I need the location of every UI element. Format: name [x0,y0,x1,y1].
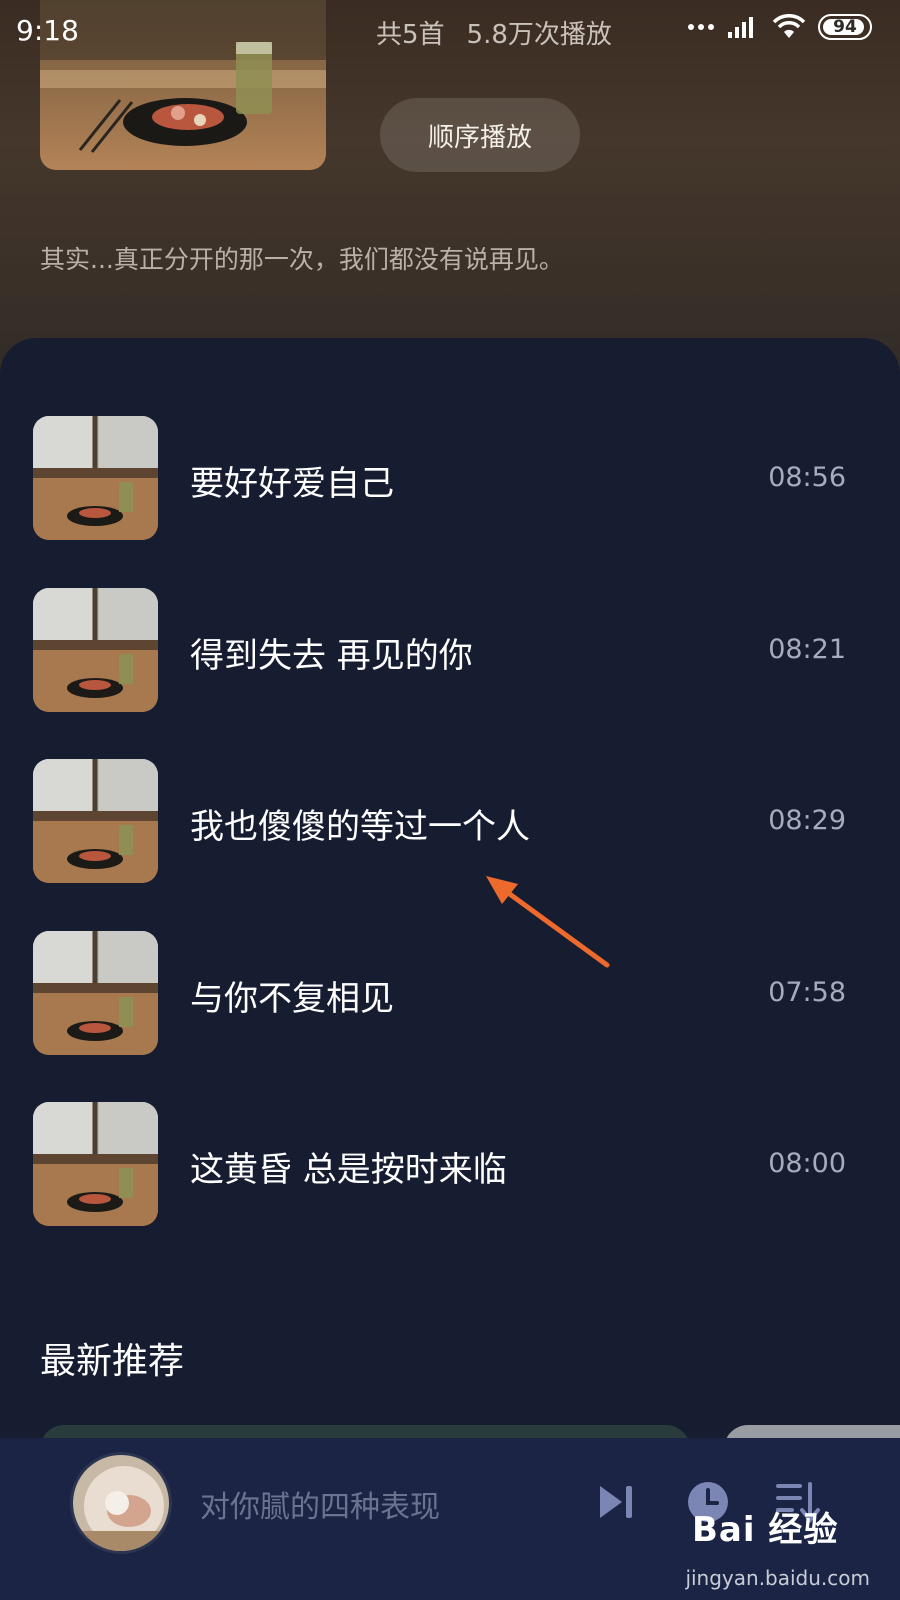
song-row[interactable]: 要好好爱自己 08:56 [0,416,900,546]
recommend-section-title: 最新推荐 [40,1341,185,1382]
song-row[interactable]: 得到失去 再见的你 08:21 [0,588,900,718]
watermark-url: jingyan.baidu.com [685,1566,870,1590]
sequential-play-button[interactable]: 顺序播放 [380,98,580,172]
status-bar: 9:18 共5首 5.8万次播放 94 [0,0,900,64]
song-title: 得到失去 再见的你 [190,636,473,676]
song-duration: 07:58 [768,977,846,1008]
song-count: 共5首 [376,20,445,50]
battery-level: 94 [833,17,857,37]
song-thumbnail [33,759,158,883]
song-thumbnail [33,588,158,712]
song-duration: 08:29 [768,805,846,836]
status-time: 9:18 [16,14,79,47]
status-icons: 94 [688,14,872,40]
wifi-icon [772,14,806,38]
now-playing-title[interactable]: 对你腻的四种表现 [200,1482,440,1526]
song-title: 这黄昏 总是按时来临 [190,1150,507,1190]
song-row[interactable]: 与你不复相见 07:58 [0,931,900,1061]
song-duration: 08:21 [768,634,846,665]
song-row[interactable]: 这黄昏 总是按时来临 08:00 [0,1102,900,1232]
song-title: 与你不复相见 [190,979,394,1019]
battery-icon: 94 [818,14,872,40]
song-duration: 08:56 [768,462,846,493]
now-playing-cover[interactable] [70,1452,172,1554]
watermark-logo: Bai 经验 [692,1510,839,1550]
signal-icon [728,17,753,38]
playlist-stats: 共5首 5.8万次播放 [376,14,634,51]
song-duration: 08:00 [768,1148,846,1179]
more-dots-icon [688,24,714,30]
song-title: 要好好爱自己 [190,464,394,504]
song-thumbnail [33,416,158,540]
song-thumbnail [33,931,158,1055]
song-title: 我也傻傻的等过一个人 [190,807,530,847]
play-count: 5.8万次播放 [466,20,612,50]
song-thumbnail [33,1102,158,1226]
playlist-description: 其实...真正分开的那一次，我们都没有说再见。 [40,245,564,274]
song-row[interactable]: 我也傻傻的等过一个人 08:29 [0,759,900,889]
next-track-icon[interactable] [596,1482,636,1522]
